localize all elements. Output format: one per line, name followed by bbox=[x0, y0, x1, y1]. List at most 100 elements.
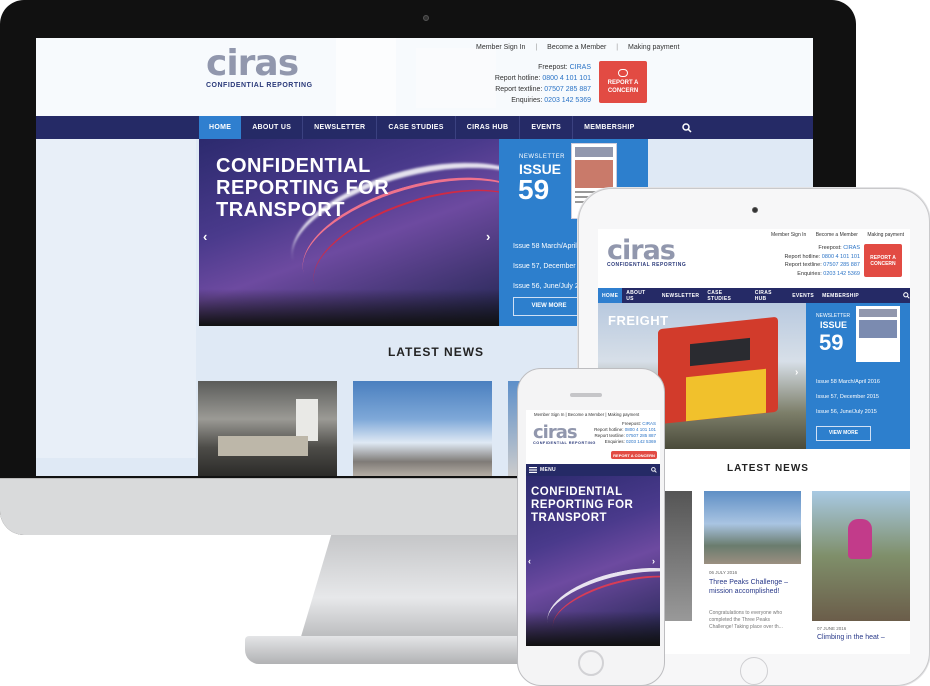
become-member-link[interactable]: Become a Member bbox=[816, 232, 858, 238]
nav-ciras-hub[interactable]: CIRAS HUB bbox=[751, 288, 789, 303]
view-more-button[interactable]: VIEW MORE bbox=[816, 426, 871, 441]
freepost-label: Freepost: bbox=[538, 64, 568, 71]
newsletter-label: NEWSLETTER bbox=[519, 154, 566, 160]
news-date: 07 JUNE 2016 bbox=[817, 626, 847, 631]
news-image-partial[interactable] bbox=[664, 491, 692, 621]
freepost-value: CIRAS bbox=[569, 64, 591, 71]
nav-home[interactable]: HOME bbox=[199, 116, 242, 139]
issue-link[interactable]: Issue 58 March/April 2016 bbox=[816, 375, 880, 390]
slider-prev-icon[interactable]: ‹ bbox=[203, 229, 207, 244]
nav-about-us[interactable]: ABOUT US bbox=[241, 116, 304, 139]
monitor-camera bbox=[423, 15, 429, 21]
phone-speaker bbox=[570, 393, 602, 397]
track-shadow bbox=[526, 611, 660, 646]
search-icon[interactable] bbox=[903, 288, 910, 303]
main-nav: HOME ABOUT US NEWSLETTER CASE STUDIES CI… bbox=[36, 116, 813, 139]
search-icon[interactable] bbox=[651, 464, 660, 476]
phone-hero-slider: CONFIDENTIAL REPORTING FOR TRANSPORT ‹ › bbox=[526, 476, 660, 646]
enquiries-number[interactable]: 0203 142 5369 bbox=[544, 97, 591, 104]
nav-about-us[interactable]: ABOUT US bbox=[622, 288, 658, 303]
nav-home[interactable]: HOME bbox=[598, 288, 623, 303]
news-title[interactable]: Climbing in the heat – bbox=[817, 634, 907, 641]
issue-link[interactable]: Issue 57, December 2015 bbox=[816, 390, 880, 405]
tablet-logo[interactable]: ciras bbox=[607, 237, 676, 264]
textline-number[interactable]: 07507 285 887 bbox=[544, 86, 591, 93]
issue-number: 59 bbox=[518, 174, 550, 205]
phone-screen: Member Sign In | Become a Member | Makin… bbox=[526, 410, 660, 646]
tablet-hero-title: FREIGHT bbox=[608, 313, 669, 328]
news-image-mountain[interactable] bbox=[704, 491, 801, 564]
news-title[interactable]: Three Peaks Challenge – mission accompli… bbox=[709, 578, 789, 596]
nav-ciras-hub[interactable]: CIRAS HUB bbox=[456, 116, 521, 139]
slider-next-icon[interactable]: › bbox=[652, 556, 655, 566]
issue-label: ISSUE bbox=[820, 320, 848, 330]
news-image-mountain[interactable] bbox=[353, 381, 492, 476]
phone-home-button[interactable] bbox=[578, 650, 604, 676]
report-concern-button[interactable]: REPORT A CONCERN bbox=[599, 61, 647, 103]
site-logo[interactable]: ciras bbox=[206, 46, 299, 82]
nav-case-studies[interactable]: CASE STUDIES bbox=[703, 288, 750, 303]
nav-case-studies[interactable]: CASE STUDIES bbox=[377, 116, 456, 139]
news-image-climber[interactable] bbox=[812, 491, 910, 621]
slider-next-icon[interactable]: › bbox=[795, 367, 798, 378]
become-member-link[interactable]: Become a Member bbox=[568, 412, 604, 417]
tablet-report-concern-button[interactable]: REPORT A CONCERN bbox=[864, 244, 902, 277]
nav-membership[interactable]: MEMBERSHIP bbox=[573, 116, 645, 139]
nav-newsletter[interactable]: NEWSLETTER bbox=[303, 116, 378, 139]
member-sign-in-link[interactable]: Member Sign In bbox=[534, 412, 564, 417]
nav-events[interactable]: EVENTS bbox=[520, 116, 574, 139]
search-icon[interactable] bbox=[681, 116, 692, 139]
hero-title: CONFIDENTIAL REPORTING FOR TRANSPORT bbox=[216, 155, 390, 221]
nav-events[interactable]: EVENTS bbox=[788, 288, 818, 303]
logo-tagline: CONFIDENTIAL REPORTING bbox=[206, 82, 313, 89]
textline-label: Report textline: bbox=[495, 86, 543, 93]
top-links: Member Sign In | Become a Member | Makin… bbox=[476, 44, 680, 51]
hamburger-icon[interactable] bbox=[526, 464, 540, 476]
hotline-number[interactable]: 0800 4 101 101 bbox=[542, 75, 591, 82]
issue-list: Issue 58 March/April Issue 57, December … bbox=[513, 237, 579, 297]
making-payment-link[interactable]: Making payment bbox=[628, 44, 679, 51]
tablet-logo-tagline: CONFIDENTIAL REPORTING bbox=[607, 262, 687, 268]
issue-list: Issue 58 March/April 2016 Issue 57, Dece… bbox=[816, 375, 880, 420]
issue-number: 59 bbox=[819, 330, 844, 355]
view-more-button[interactable]: VIEW MORE bbox=[513, 297, 585, 316]
phone-hero-title: CONFIDENTIAL REPORTING FOR TRANSPORT bbox=[531, 486, 634, 524]
latest-news-heading: LATEST NEWS bbox=[387, 345, 485, 359]
news-card[interactable]: 07 JUNE 2016 Climbing in the heat – bbox=[812, 622, 910, 654]
news-card[interactable]: 06 JULY 2016 Three Peaks Challenge – mis… bbox=[704, 566, 801, 654]
issue-link[interactable]: Issue 57, December bbox=[513, 257, 579, 277]
making-payment-link[interactable]: Making payment bbox=[867, 232, 904, 238]
news-excerpt: Congratulations to everyone who complete… bbox=[709, 610, 783, 630]
train-front bbox=[686, 368, 766, 422]
newsletter-label: NEWSLETTER bbox=[816, 313, 851, 319]
track-shadow bbox=[199, 289, 499, 326]
nav-newsletter[interactable]: NEWSLETTER bbox=[658, 288, 703, 303]
contact-block: Freepost: CIRAS Report hotline: 0800 4 1… bbox=[476, 62, 591, 106]
nav-membership[interactable]: MEMBERSHIP bbox=[818, 288, 863, 303]
issue-link[interactable]: Issue 58 March/April bbox=[513, 237, 579, 257]
menu-label[interactable]: MENU bbox=[540, 464, 556, 476]
newsletter-cover[interactable] bbox=[856, 306, 900, 362]
enquiries-label: Enquiries: bbox=[511, 97, 543, 104]
issue-link[interactable]: Issue 56, June/July 2015 bbox=[816, 405, 880, 420]
phone-logo[interactable]: ciras bbox=[533, 424, 578, 442]
hotline-label: Report hotline: bbox=[494, 75, 541, 82]
phone-top-links: Member Sign In | Become a Member | Makin… bbox=[534, 412, 640, 417]
issue-link[interactable]: Issue 56, June/July 2 bbox=[513, 277, 579, 297]
slider-next-icon[interactable]: › bbox=[486, 229, 490, 244]
member-sign-in-link[interactable]: Member Sign In bbox=[476, 44, 525, 51]
tablet-top-links: Member Sign In Become a Member Making pa… bbox=[763, 232, 904, 238]
phone-contact-block: Freepost: CIRAS Report hotline: 0800 4 1… bbox=[594, 421, 656, 444]
tablet-home-button[interactable] bbox=[740, 657, 768, 685]
become-member-link[interactable]: Become a Member bbox=[547, 44, 606, 51]
tablet-nav: HOME ABOUT US NEWSLETTER CASE STUDIES CI… bbox=[598, 288, 910, 303]
member-sign-in-link[interactable]: Member Sign In bbox=[771, 232, 806, 238]
phone-report-concern-button[interactable]: REPORT A CONCERN bbox=[611, 451, 657, 459]
tablet-contact-block: Freepost: CIRAS Report hotline: 0800 4 1… bbox=[784, 245, 860, 277]
news-image-meeting[interactable] bbox=[198, 381, 337, 476]
speech-bubble-icon bbox=[618, 69, 628, 77]
tablet-latest-news-heading: LATEST NEWS bbox=[727, 463, 809, 474]
making-payment-link[interactable]: Making payment bbox=[608, 412, 640, 417]
slider-prev-icon[interactable]: ‹ bbox=[528, 556, 531, 566]
